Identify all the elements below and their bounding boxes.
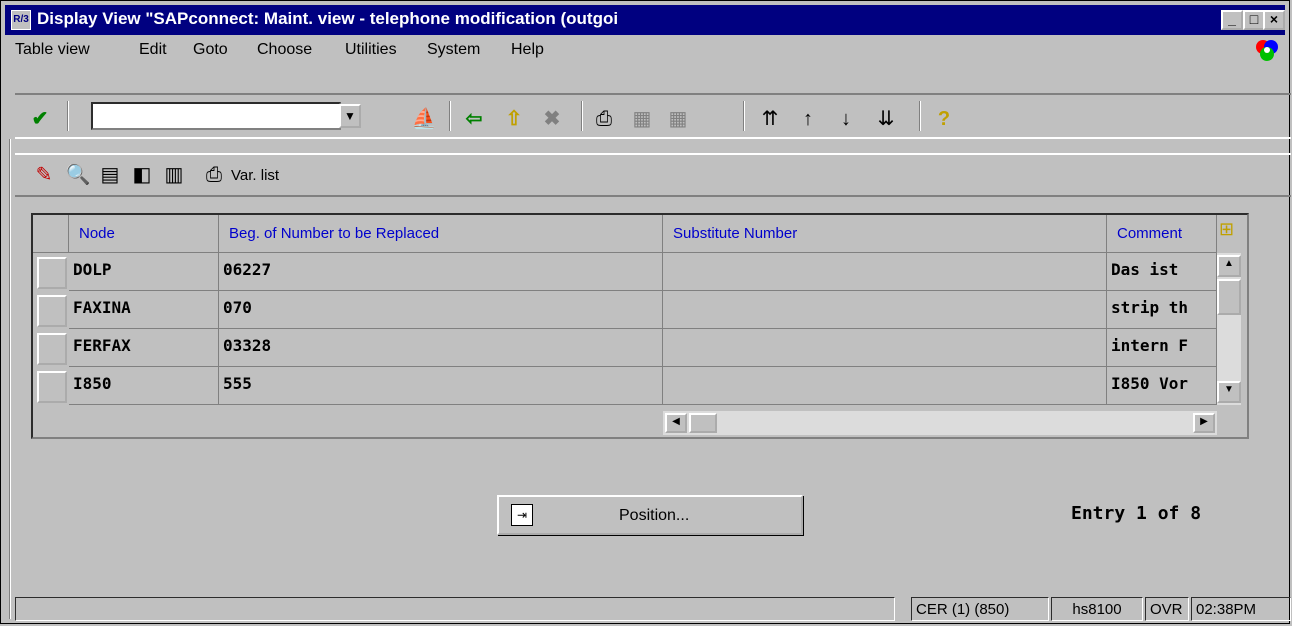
horizontal-scrollbar[interactable] xyxy=(663,411,1217,435)
next-page-icon[interactable]: ↓ xyxy=(833,106,859,132)
command-field[interactable] xyxy=(91,102,341,130)
vertical-scroll-thumb[interactable] xyxy=(1217,279,1241,315)
find-icon[interactable]: ▦ xyxy=(629,106,655,132)
sap-logo-icon xyxy=(1256,40,1278,61)
column-header-begin-number[interactable]: Beg. of Number to be Replaced xyxy=(219,215,663,253)
title-bar: R/3 Display View "SAPconnect: Maint. vie… xyxy=(5,5,1285,35)
table-cell-substitute xyxy=(663,253,1107,291)
menu-table-view[interactable]: Table view xyxy=(15,41,90,59)
menu-choose[interactable]: Choose xyxy=(257,41,312,59)
table-control: Node Beg. of Number to be Replaced Subst… xyxy=(31,213,1249,439)
toolbar-separator xyxy=(919,101,921,131)
menu-bar: Table view Edit Goto Choose Utilities Sy… xyxy=(5,37,1285,65)
select-all-cell[interactable] xyxy=(33,215,69,253)
position-icon: ⇥ xyxy=(511,504,533,526)
horizontal-scroll-thumb[interactable] xyxy=(689,413,717,433)
position-button-label: Position... xyxy=(619,507,690,524)
table-cell-begin-number: 070 xyxy=(219,291,663,329)
select-all-icon[interactable]: ▤ xyxy=(97,162,123,188)
exit-icon[interactable]: ⇧ xyxy=(501,106,527,132)
toolbar-separator xyxy=(449,101,451,131)
first-page-icon[interactable]: ⇈ xyxy=(757,106,783,132)
close-button[interactable]: × xyxy=(1263,10,1285,30)
status-mode[interactable]: OVR xyxy=(1145,597,1189,621)
cancel-icon[interactable]: ✖ xyxy=(539,106,565,132)
menu-edit[interactable]: Edit xyxy=(139,41,167,59)
entry-counter: Entry 1 of 8 xyxy=(1071,503,1202,524)
last-page-icon[interactable]: ⇊ xyxy=(873,106,899,132)
table-cell-comment: I850 Vor xyxy=(1107,367,1217,405)
help-icon[interactable]: ? xyxy=(931,106,957,132)
toolbar-separator xyxy=(743,101,745,131)
row-selector[interactable] xyxy=(37,295,67,327)
scroll-right-arrow-icon[interactable]: ▶ xyxy=(1193,413,1215,433)
find-next-icon[interactable]: ▦ xyxy=(665,106,691,132)
status-message-field xyxy=(15,597,895,621)
table-cell-substitute xyxy=(663,291,1107,329)
column-header-node[interactable]: Node xyxy=(69,215,219,253)
minimize-button[interactable]: _ xyxy=(1221,10,1243,30)
change-display-icon[interactable]: ✎ xyxy=(31,162,57,188)
table-cell-begin-number: 03328 xyxy=(219,329,663,367)
var-list-button[interactable]: Var. list xyxy=(231,167,279,184)
table-cell-begin-number: 555 xyxy=(219,367,663,405)
window-title: Display View "SAPconnect: Maint. view - … xyxy=(37,9,619,28)
scroll-left-arrow-icon[interactable]: ◀ xyxy=(665,413,687,433)
row-selector[interactable] xyxy=(37,257,67,289)
table-cell-substitute xyxy=(663,329,1107,367)
save-icon: ⛵ xyxy=(411,108,437,130)
status-bar: CER (1) (850) hs8100 OVR 02:38PM xyxy=(15,595,1291,623)
table-cell-comment: Das ist xyxy=(1107,253,1217,291)
check-icon[interactable]: ✔ xyxy=(27,106,53,132)
system-menu-icon[interactable]: R/3 xyxy=(11,10,31,30)
details-icon[interactable]: 🔍 xyxy=(65,162,91,188)
menu-goto[interactable]: Goto xyxy=(193,41,228,59)
table-cell-node: DOLP xyxy=(69,253,219,291)
menu-system[interactable]: System xyxy=(427,41,480,59)
scroll-down-arrow-icon[interactable]: ▼ xyxy=(1217,381,1241,403)
table-settings-icon[interactable]: ⊞ xyxy=(1219,219,1241,245)
print-list-icon[interactable]: ⎙ xyxy=(201,162,227,188)
scroll-up-arrow-icon[interactable]: ▲ xyxy=(1217,255,1241,277)
column-header-comment[interactable]: Comment xyxy=(1107,215,1217,253)
table-cell-begin-number: 06227 xyxy=(219,253,663,291)
row-selector[interactable] xyxy=(37,371,67,403)
table-cell-comment: intern F xyxy=(1107,329,1217,367)
row-selector[interactable] xyxy=(37,333,67,365)
menu-utilities[interactable]: Utilities xyxy=(345,41,397,59)
toolbar-separator xyxy=(581,101,583,131)
position-button[interactable]: ⇥ Position... xyxy=(497,495,803,535)
maximize-button[interactable]: □ xyxy=(1243,10,1265,30)
table-cell-substitute xyxy=(663,367,1107,405)
sap-window: R/3 Display View "SAPconnect: Maint. vie… xyxy=(0,0,1291,624)
table-cell-node: I850 xyxy=(69,367,219,405)
command-dropdown-button[interactable]: ▼ xyxy=(339,104,361,128)
select-block-icon[interactable]: ◧ xyxy=(129,162,155,188)
status-server: hs8100 xyxy=(1051,597,1143,621)
table-cell-comment: strip th xyxy=(1107,291,1217,329)
previous-page-icon[interactable]: ↑ xyxy=(795,106,821,132)
left-divider xyxy=(9,139,11,619)
menu-help[interactable]: Help xyxy=(511,41,544,59)
back-icon[interactable]: ⇦ xyxy=(461,106,487,132)
deselect-all-icon[interactable]: ▥ xyxy=(161,162,187,188)
column-header-substitute-number[interactable]: Substitute Number xyxy=(663,215,1107,253)
status-system[interactable]: CER (1) (850) xyxy=(911,597,1049,621)
toolbar-separator xyxy=(67,101,69,131)
print-icon[interactable]: ⎙ xyxy=(591,106,617,132)
table-cell-node: FAXINA xyxy=(69,291,219,329)
status-time: 02:38PM xyxy=(1191,597,1291,621)
table-cell-node: FERFAX xyxy=(69,329,219,367)
